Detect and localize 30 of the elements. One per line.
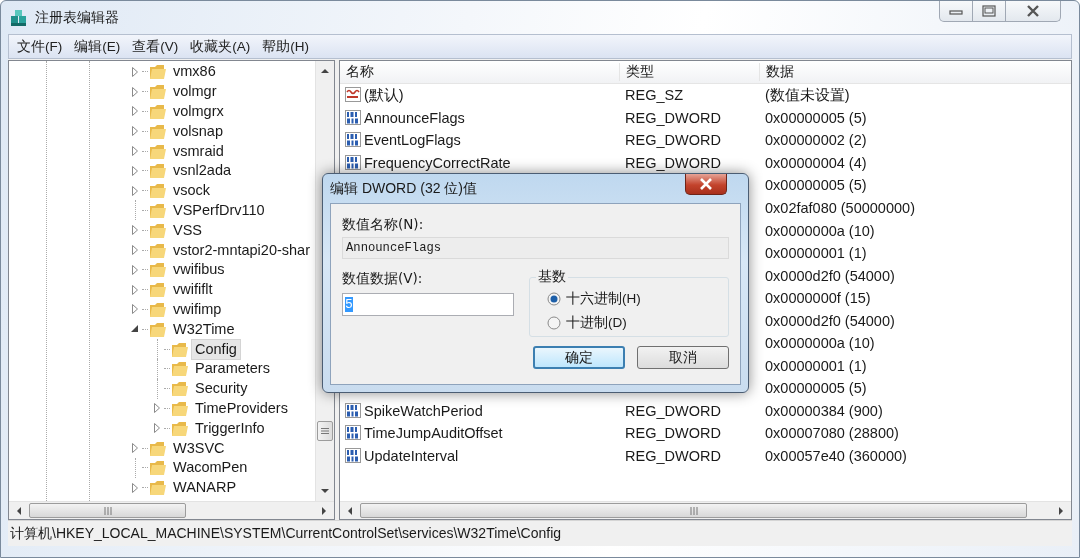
value-data: 0x0000000f (15) (765, 290, 871, 307)
value-data: 0x00000001 (1) (765, 245, 867, 262)
value-data: 0x0000000a (10) (765, 222, 875, 239)
value-type: REG_DWORD (625, 154, 721, 171)
dialog-title: 编辑 DWORD (32 位)值 (330, 179, 477, 198)
value-data: 0x00000001 (1) (765, 357, 867, 374)
value-data: 0x0000d2f0 (54000) (765, 267, 895, 284)
value-data: 0x00000005 (5) (765, 177, 867, 194)
value-data: 0x02faf080 (50000000) (765, 200, 915, 216)
value-type: REG_DWORD (625, 448, 721, 464)
value-type: REG_DWORD (625, 402, 721, 419)
window-title: 注册表编辑器 (35, 8, 119, 27)
value-type: REG_DWORD (625, 109, 721, 126)
field-label: 数值名称(N): (342, 216, 425, 234)
value-data: 0x00007080 (28800) (765, 425, 899, 442)
value-type: REG_DWORD (625, 425, 721, 442)
value-type: REG_SZ (625, 87, 683, 104)
value-type: REG_DWORD (625, 132, 721, 149)
value-data: 0x00057e40 (360000) (765, 448, 907, 464)
value-data: 0x00000002 (2) (765, 132, 867, 149)
field-label: 数值数据(V): (342, 270, 424, 288)
value-data: 0x00000005 (5) (765, 380, 867, 397)
value-data: 0x00000384 (900) (765, 402, 883, 419)
status-path: 计算机\HKEY_LOCAL_MACHINE\SYSTEM\CurrentControlSet\services\W32Time\Config (10, 524, 562, 543)
value-data: 0x0000000a (10) (765, 335, 875, 352)
group-label: 基数 (536, 268, 568, 286)
value-data: 0x0000d2f0 (54000) (765, 312, 895, 329)
value-data: (数值未设置) (765, 85, 850, 105)
value-data: 0x00000004 (4) (765, 154, 867, 171)
value-data: 0x00000005 (5) (765, 109, 867, 126)
